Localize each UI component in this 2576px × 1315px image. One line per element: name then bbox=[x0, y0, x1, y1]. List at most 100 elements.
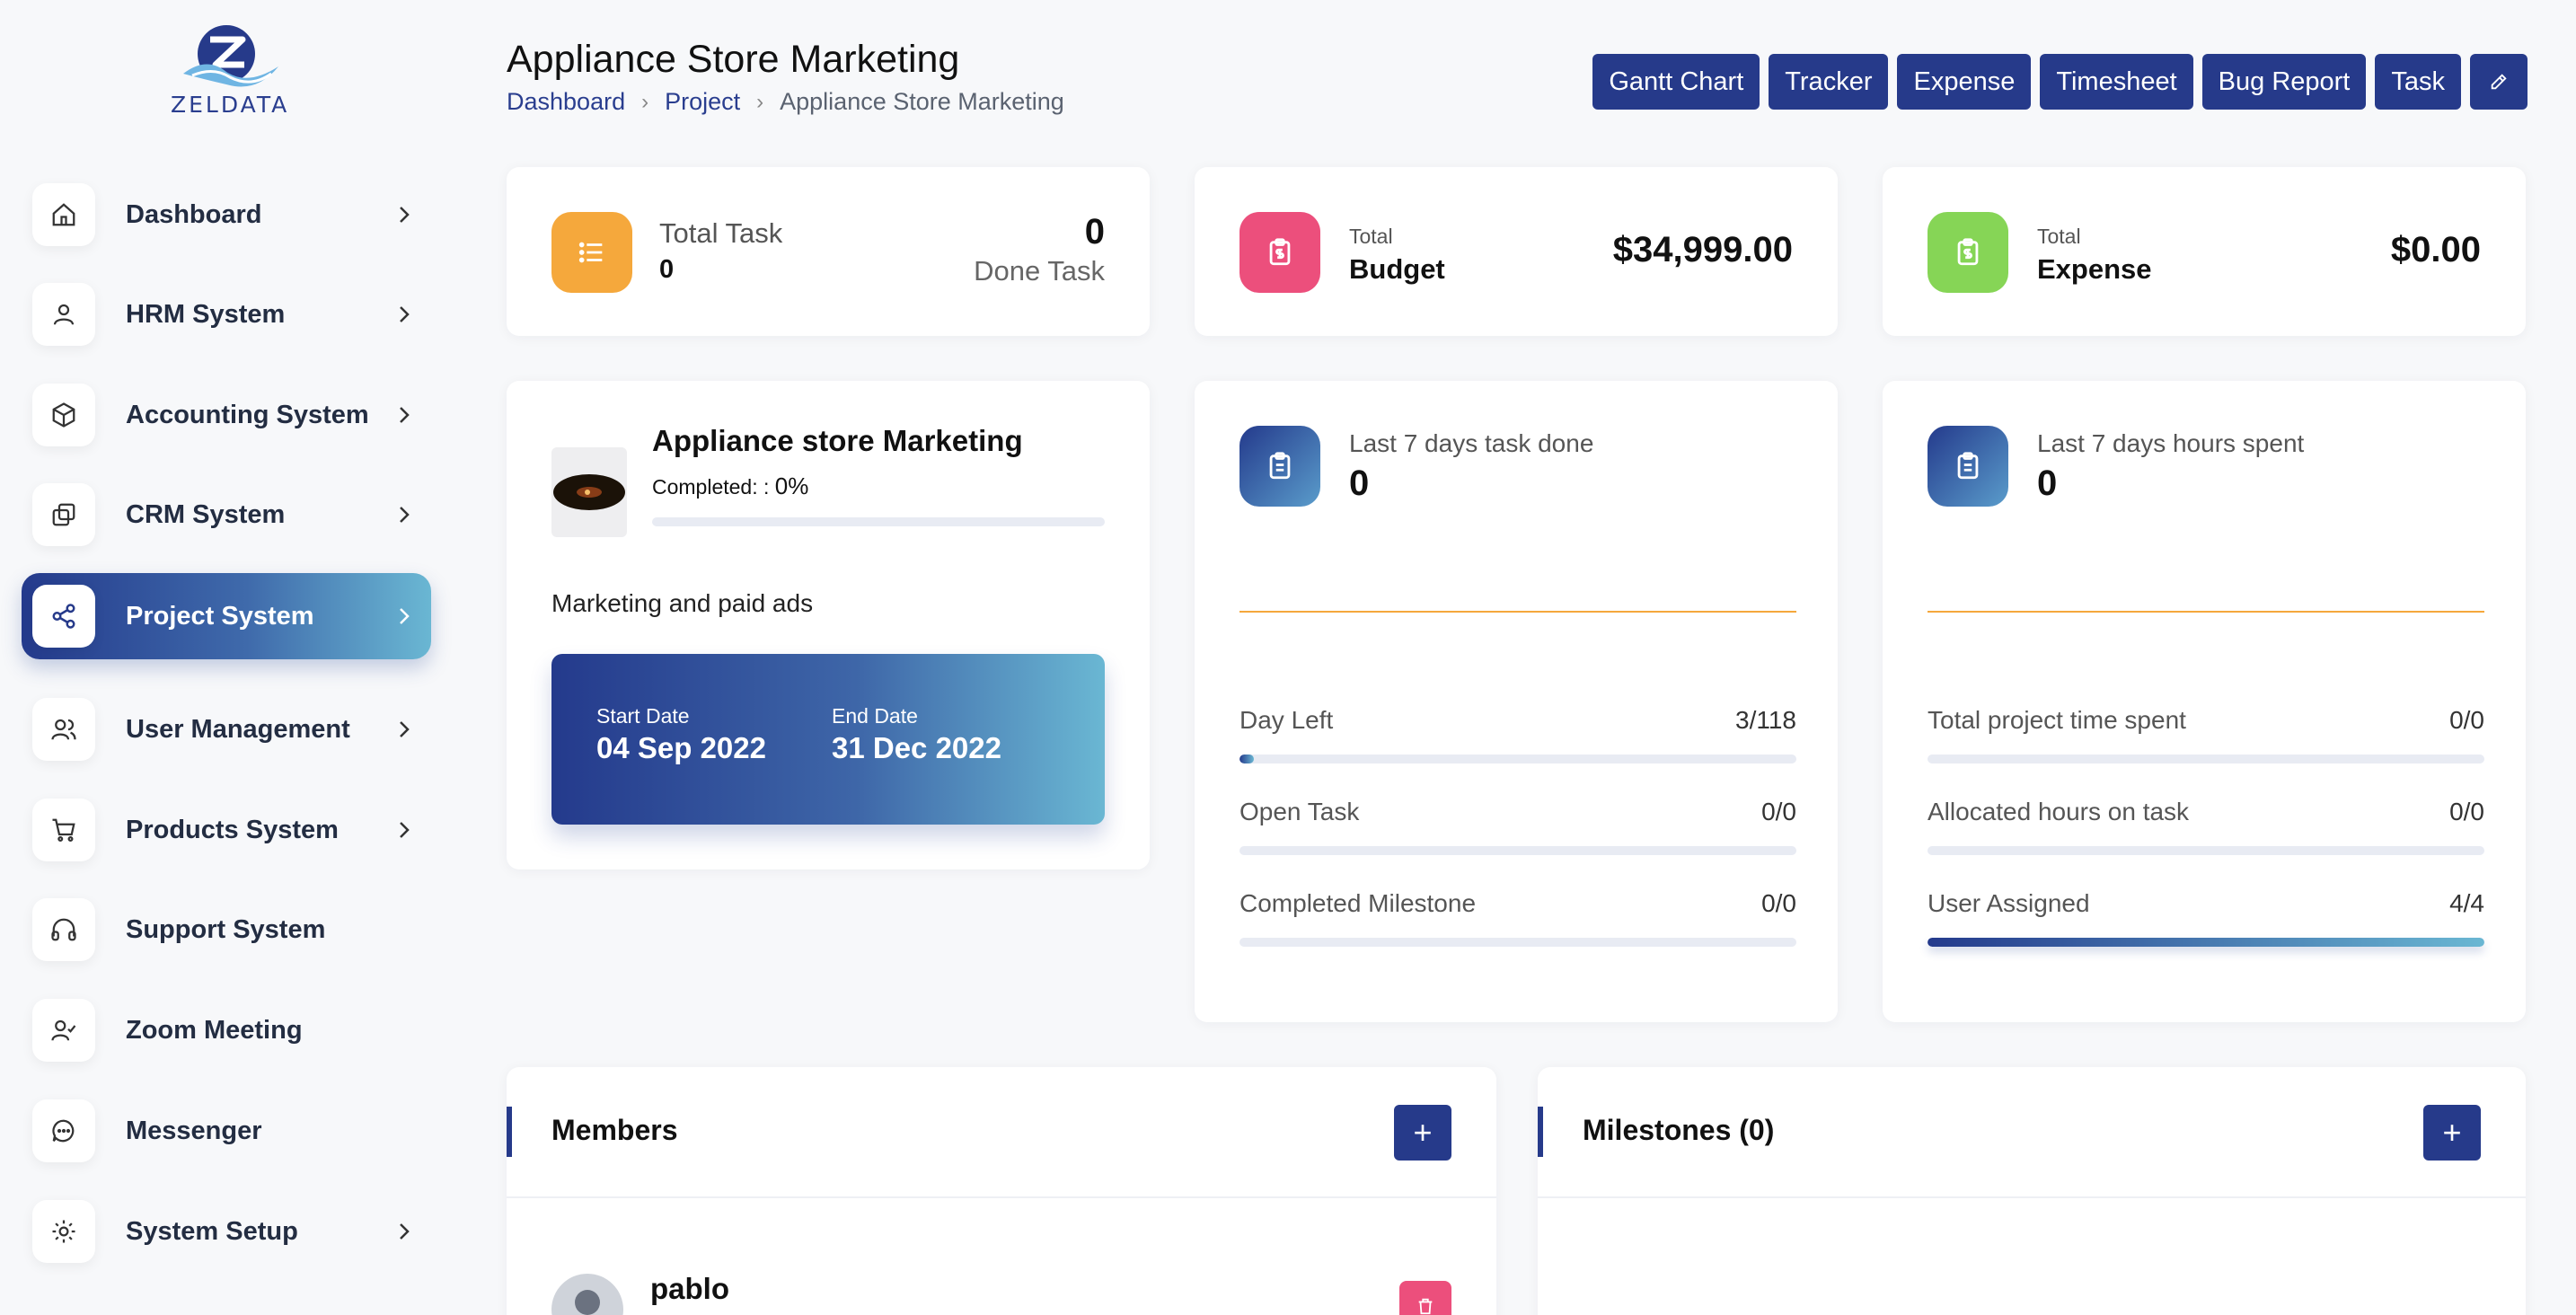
clipboard-list-icon bbox=[1928, 426, 2008, 507]
clipboard-dollar-icon bbox=[1928, 212, 2008, 293]
breadcrumb-separator-icon: › bbox=[756, 89, 764, 114]
stat-day-left: Day Left 3/118 bbox=[1239, 706, 1796, 763]
stat-user-assigned: User Assigned 4/4 bbox=[1928, 889, 2484, 947]
stat-value: 4/4 bbox=[2449, 889, 2484, 917]
sidebar-item-zoom[interactable]: Zoom Meeting bbox=[22, 987, 431, 1073]
milestones-card: Milestones (0) + bbox=[1538, 1067, 2526, 1315]
plus-icon: + bbox=[2442, 1114, 2462, 1151]
project-info-card: Appliance store Marketing Completed: : 0… bbox=[507, 381, 1150, 869]
expense-button[interactable]: Expense bbox=[1897, 54, 2032, 110]
start-date-value: 04 Sep 2022 bbox=[596, 731, 766, 764]
bug-report-button[interactable]: Bug Report bbox=[2201, 54, 2367, 110]
stat-value: 3/118 bbox=[1735, 706, 1796, 734]
list-icon bbox=[551, 212, 632, 293]
sidebar-item-user-management[interactable]: User Management bbox=[22, 686, 431, 772]
stat-label: Open Task bbox=[1239, 798, 1360, 825]
logo-text: ZELDATA bbox=[171, 92, 290, 118]
breadcrumb-project[interactable]: Project bbox=[665, 88, 740, 116]
stat-progress-fill bbox=[1928, 938, 2484, 947]
headphones-icon bbox=[32, 898, 95, 961]
trash-icon bbox=[1418, 1298, 1433, 1315]
project-description: Marketing and paid ads bbox=[551, 589, 814, 617]
clipboard-list-icon bbox=[1239, 426, 1320, 507]
sidebar-item-messenger[interactable]: Messenger bbox=[22, 1088, 431, 1174]
users-icon bbox=[32, 698, 95, 761]
expense-value: $0.00 bbox=[2390, 230, 2481, 269]
chevron-right-icon bbox=[386, 404, 422, 426]
sidebar-item-products[interactable]: Products System bbox=[22, 787, 431, 873]
hours-trend-line bbox=[1928, 611, 2484, 613]
stat-completed-milestone: Completed Milestone 0/0 bbox=[1239, 889, 1796, 947]
tracker-button[interactable]: Tracker bbox=[1769, 54, 1889, 110]
budget-small-label: Total bbox=[1349, 225, 1393, 248]
expense-card: Total Expense $0.00 bbox=[1883, 167, 2526, 336]
layers-icon bbox=[32, 483, 95, 546]
divider bbox=[1538, 1196, 2526, 1198]
stat-total-time: Total project time spent 0/0 bbox=[1928, 706, 2484, 763]
done-task-value: 0 bbox=[1084, 212, 1105, 252]
stat-allocated-hours: Allocated hours on task 0/0 bbox=[1928, 798, 2484, 855]
project-dates-panel: Start Date 04 Sep 2022 End Date 31 Dec 2… bbox=[551, 654, 1105, 825]
avatar bbox=[551, 1274, 623, 1315]
stat-progress-bar bbox=[1928, 938, 2484, 947]
stat-open-task: Open Task 0/0 bbox=[1239, 798, 1796, 855]
chevron-right-icon bbox=[386, 504, 422, 525]
user-avatar-icon bbox=[575, 1290, 600, 1315]
breadcrumb-dashboard[interactable]: Dashboard bbox=[507, 88, 625, 116]
sidebar-item-label: Support System bbox=[126, 914, 326, 944]
done-task-label: Done Task bbox=[974, 255, 1105, 287]
page-title: Appliance Store Marketing bbox=[507, 38, 960, 81]
end-date-label: End Date bbox=[832, 704, 918, 728]
toolbar: Gantt Chart Tracker Expense Timesheet Bu… bbox=[1592, 54, 2527, 110]
add-milestone-button[interactable]: + bbox=[2423, 1105, 2481, 1161]
sidebar-item-label: Project System bbox=[126, 601, 314, 631]
task-button[interactable]: Task bbox=[2375, 54, 2461, 110]
zeldata-logo-icon bbox=[183, 25, 278, 87]
sidebar-item-label: Products System bbox=[126, 815, 339, 844]
sidebar-item-label: System Setup bbox=[126, 1216, 298, 1246]
stat-label: Total project time spent bbox=[1928, 706, 2186, 734]
sidebar-item-system-setup[interactable]: System Setup bbox=[22, 1188, 431, 1275]
timesheet-button[interactable]: Timesheet bbox=[2040, 54, 2193, 110]
sidebar-item-label: Zoom Meeting bbox=[126, 1015, 303, 1045]
sidebar-item-label: User Management bbox=[126, 714, 350, 744]
stat-label: Completed Milestone bbox=[1239, 889, 1477, 917]
add-member-button[interactable]: + bbox=[1394, 1105, 1451, 1161]
expense-label: Expense bbox=[2037, 253, 2152, 285]
breadcrumb-separator-icon: › bbox=[641, 89, 649, 114]
stat-progress-fill bbox=[1239, 755, 1254, 763]
total-task-label: Total Task bbox=[659, 217, 783, 249]
logo[interactable]: ZELDATA bbox=[171, 20, 287, 119]
stat-value: 0/0 bbox=[1761, 798, 1796, 825]
tasks-card-value: 0 bbox=[1349, 463, 1370, 503]
stat-progress-bar bbox=[1239, 755, 1796, 763]
pencil-icon bbox=[2491, 74, 2507, 90]
hours-card-label: Last 7 days hours spent bbox=[2037, 429, 2305, 457]
home-icon bbox=[32, 183, 95, 246]
plus-icon: + bbox=[1413, 1114, 1433, 1151]
stat-label: User Assigned bbox=[1928, 889, 2090, 917]
breadcrumb: Dashboard › Project › Appliance Store Ma… bbox=[507, 88, 1064, 116]
gantt-chart-button[interactable]: Gantt Chart bbox=[1592, 54, 1760, 110]
edit-button[interactable] bbox=[2470, 54, 2527, 110]
expense-small-label: Total bbox=[2037, 225, 2081, 248]
sidebar-item-support[interactable]: Support System bbox=[22, 887, 431, 973]
sidebar-item-dashboard[interactable]: Dashboard bbox=[22, 172, 431, 258]
chevron-right-icon bbox=[386, 605, 422, 627]
breadcrumb-current: Appliance Store Marketing bbox=[780, 88, 1064, 115]
delete-member-button[interactable] bbox=[1399, 1281, 1451, 1315]
project-progress-bar bbox=[652, 517, 1105, 526]
chevron-right-icon bbox=[386, 304, 422, 325]
sidebar-item-crm[interactable]: CRM System bbox=[22, 472, 431, 558]
sidebar-item-project[interactable]: Project System bbox=[22, 573, 431, 659]
start-date-label: Start Date bbox=[596, 704, 690, 728]
stat-progress-bar bbox=[1239, 938, 1796, 947]
clipboard-dollar-icon bbox=[1239, 212, 1320, 293]
section-accent bbox=[1538, 1107, 1543, 1157]
share-icon bbox=[32, 585, 95, 648]
user-check-icon bbox=[32, 999, 95, 1062]
sidebar-item-accounting[interactable]: Accounting System bbox=[22, 372, 431, 458]
sidebar-item-hrm[interactable]: HRM System bbox=[22, 271, 431, 357]
gear-icon bbox=[32, 1200, 95, 1263]
chevron-right-icon bbox=[386, 719, 422, 740]
